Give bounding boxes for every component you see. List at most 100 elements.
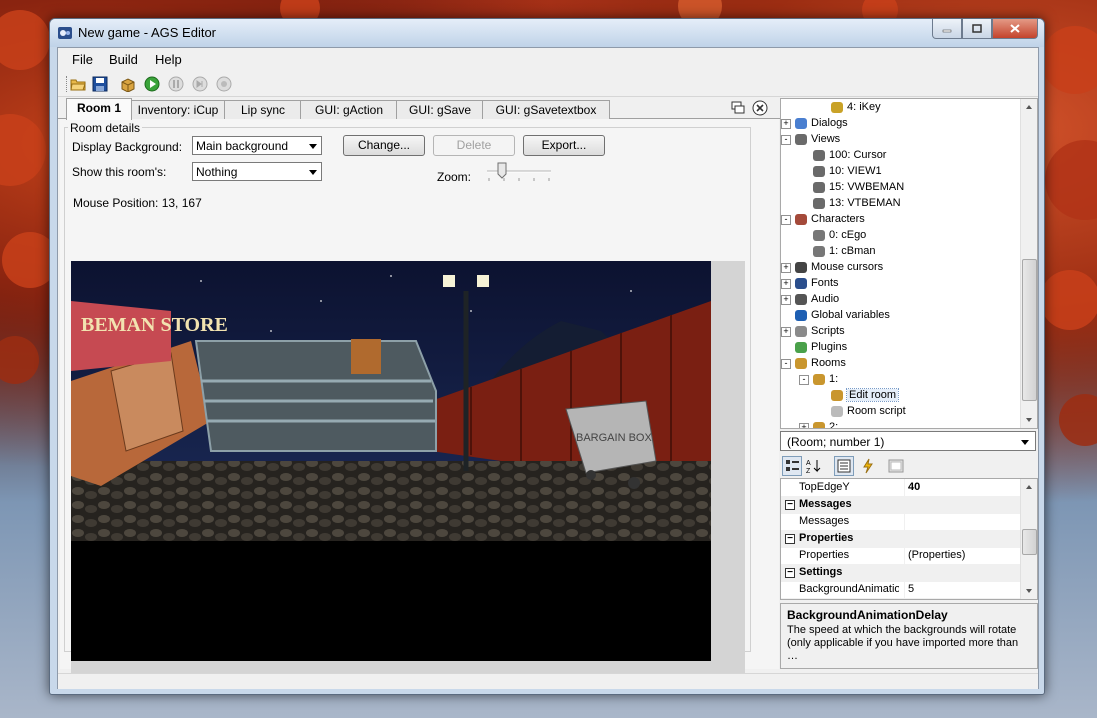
scroll-down-icon[interactable] [1021, 583, 1037, 599]
characters-icon [795, 213, 807, 225]
tree-expander[interactable]: + [781, 119, 791, 129]
zoom-slider[interactable] [484, 159, 554, 183]
display-background-label: Display Background: [72, 140, 183, 154]
properties-view-icon[interactable] [834, 456, 854, 476]
description-title: BackgroundAnimationDelay [787, 608, 948, 622]
tree-expander[interactable]: - [799, 375, 809, 385]
puzzle-icon [795, 341, 807, 353]
collapse-icon[interactable]: − [785, 500, 795, 510]
property-row[interactable]: BackgroundAnimation 5 [781, 581, 1021, 599]
tree-item[interactable]: 15: VWBEMAN [813, 179, 904, 195]
tree-expander[interactable]: - [781, 135, 791, 145]
tree-expander[interactable]: - [781, 215, 791, 225]
zoom-slider-thumb[interactable] [497, 162, 507, 179]
property-row[interactable]: TopEdgeY 40 [781, 479, 1021, 497]
tree-item[interactable]: 100: Cursor [813, 147, 886, 163]
property-value[interactable]: 5 [904, 581, 914, 598]
tree-item[interactable]: Rooms [795, 355, 846, 371]
tree-item[interactable]: Mouse cursors [795, 259, 883, 275]
tree-item[interactable]: 13: VTBEMAN [813, 195, 901, 211]
tree-item[interactable]: Plugins [795, 339, 847, 355]
object-select[interactable]: (Room; number 1) [780, 431, 1036, 451]
glasses-icon [813, 165, 825, 177]
minimize-button[interactable] [932, 19, 962, 39]
property-row[interactable]: Messages [781, 513, 1021, 531]
property-pages-icon[interactable] [886, 456, 906, 476]
build-package-icon[interactable] [120, 76, 136, 92]
property-row[interactable]: Properties (Properties) [781, 547, 1021, 565]
tree-expander[interactable]: - [781, 359, 791, 369]
tree-item[interactable]: Dialogs [795, 115, 848, 131]
property-category[interactable]: − Messages [781, 496, 1021, 514]
tree-item[interactable]: Audio [795, 291, 839, 307]
step-icon[interactable] [192, 76, 208, 92]
tree-item[interactable]: 2: [813, 419, 838, 428]
tab-gui-gsavetextbox[interactable]: GUI: gSavetextbox [482, 100, 610, 119]
tree-item[interactable]: 1: [813, 371, 838, 387]
tree-item[interactable]: Edit room [831, 387, 900, 403]
tree-scrollbar[interactable] [1020, 99, 1037, 428]
tree-item[interactable]: Characters [795, 211, 865, 227]
change-button[interactable]: Change... [343, 135, 425, 156]
collapse-icon[interactable]: − [785, 568, 795, 578]
title-bar[interactable]: New game - AGS Editor [50, 19, 1044, 47]
show-rooms-select[interactable]: Nothing [192, 162, 322, 181]
scroll-up-icon[interactable] [1021, 479, 1037, 495]
tree-scroll-thumb[interactable] [1022, 259, 1037, 401]
tab-room-1[interactable]: Room 1 [66, 98, 132, 120]
property-value[interactable]: (Properties) [904, 547, 965, 564]
menu-help[interactable]: Help [155, 52, 182, 67]
property-category[interactable]: − Properties [781, 530, 1021, 548]
tree-item[interactable]: 1: cBman [813, 243, 875, 259]
windows-list-icon[interactable] [730, 100, 746, 116]
tree-expander[interactable]: + [781, 279, 791, 289]
tree-item[interactable]: Fonts [795, 275, 839, 291]
room-canvas-area[interactable]: BEMAN STORE BARGAIN BOX [71, 261, 745, 681]
export-button[interactable]: Export... [523, 135, 605, 156]
tab-gui-gsave[interactable]: GUI: gSave [396, 100, 484, 119]
categorized-icon[interactable] [782, 456, 802, 476]
tree-item[interactable]: Room script [831, 403, 906, 419]
tree-item[interactable]: 10: VIEW1 [813, 163, 882, 179]
tree-expander[interactable]: + [799, 423, 809, 428]
tree-expander[interactable]: + [781, 295, 791, 305]
scroll-up-icon[interactable] [1021, 99, 1037, 115]
sort-alpha-icon[interactable]: AZ [804, 456, 824, 476]
main-toolbar [58, 72, 1038, 97]
run-icon[interactable] [144, 76, 160, 92]
scroll-down-icon[interactable] [1021, 412, 1037, 428]
close-button[interactable] [992, 19, 1038, 39]
tree-expander[interactable]: + [781, 263, 791, 273]
room-background-image[interactable]: BEMAN STORE BARGAIN BOX [71, 261, 711, 661]
property-value[interactable]: 40 [904, 479, 920, 496]
tab-lip-sync[interactable]: Lip sync [224, 100, 302, 119]
room-details-label: Room details [68, 121, 143, 135]
delete-button[interactable]: Delete [433, 135, 515, 156]
property-scrollbar[interactable] [1020, 479, 1037, 599]
tree-item[interactable]: Views [795, 131, 840, 147]
maximize-button[interactable] [962, 19, 992, 39]
menu-file[interactable]: File [72, 52, 93, 67]
property-name: Messages [799, 515, 850, 527]
menu-build[interactable]: Build [109, 52, 138, 67]
tab-inventory-icup[interactable]: Inventory: iCup [130, 100, 226, 119]
tab-gui-gaction[interactable]: GUI: gAction [300, 100, 398, 119]
close-tab-icon[interactable] [752, 100, 768, 116]
tree-expander[interactable]: + [781, 327, 791, 337]
events-lightning-icon[interactable] [858, 456, 878, 476]
tree-item[interactable]: Global variables [795, 307, 890, 323]
tree-item[interactable]: Scripts [795, 323, 845, 339]
room-box-icon [813, 421, 825, 428]
tree-item[interactable]: 0: cEgo [813, 227, 866, 243]
collapse-icon[interactable]: − [785, 534, 795, 544]
pause-icon[interactable] [168, 76, 184, 92]
key-icon [831, 101, 843, 113]
property-value[interactable] [904, 513, 908, 530]
display-background-select[interactable]: Main background [192, 136, 322, 155]
open-folder-icon[interactable] [70, 76, 86, 92]
property-scroll-thumb[interactable] [1022, 529, 1037, 555]
stop-icon[interactable] [216, 76, 232, 92]
tree-item[interactable]: 4: iKey [831, 99, 881, 115]
save-icon[interactable] [92, 76, 108, 92]
property-category[interactable]: − Settings [781, 564, 1021, 582]
